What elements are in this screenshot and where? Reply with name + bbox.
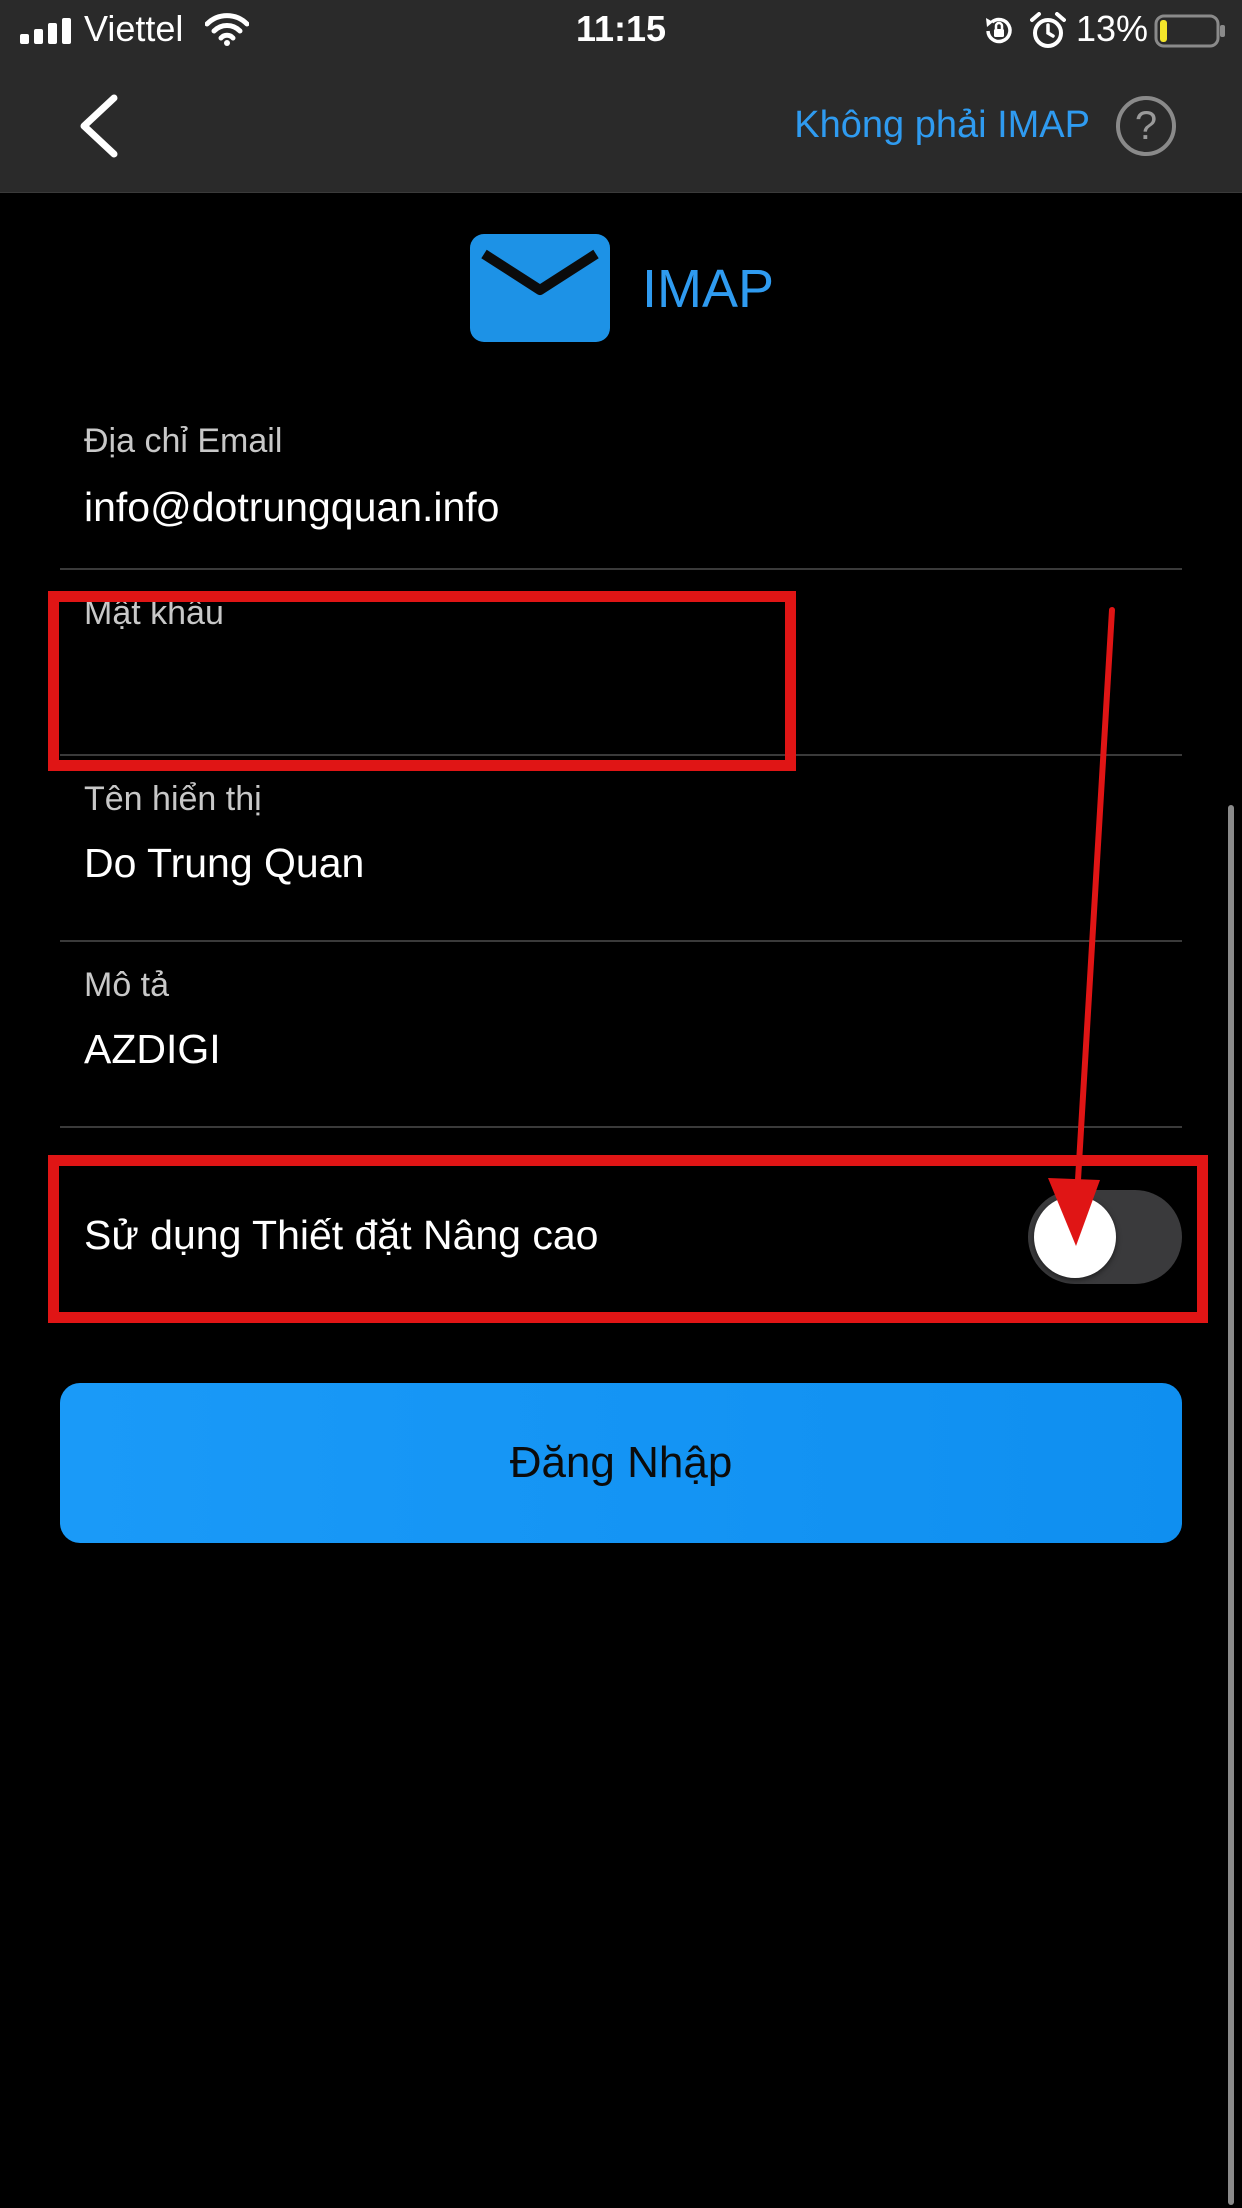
alarm-icon (1030, 12, 1066, 48)
rotation-lock-icon (986, 17, 1012, 44)
not-imap-link[interactable]: Không phải IMAP (794, 104, 1090, 147)
scrollbar[interactable] (1228, 805, 1234, 2205)
annotation-box-password (48, 591, 796, 771)
annotation-box-advanced (48, 1155, 1208, 1323)
page-title: IMAP (642, 259, 775, 319)
battery-icon (1154, 14, 1225, 48)
mail-envelope-icon (470, 234, 610, 342)
description-label: Mô tả (84, 966, 170, 1004)
login-button[interactable]: Đăng Nhập (60, 1383, 1182, 1543)
status-bar: Viettel 11:15 13% (0, 0, 1242, 64)
email-field[interactable]: Địa chỉ Email info@dotrungquan.info (60, 400, 1182, 570)
email-value[interactable]: info@dotrungquan.info (84, 484, 500, 531)
description-field[interactable]: Mô tả AZDIGI (60, 942, 1182, 1128)
top-bar: Viettel 11:15 13% Không phải IMAP ? (0, 0, 1242, 193)
description-value[interactable]: AZDIGI (84, 1026, 221, 1073)
back-chevron-icon[interactable] (74, 92, 124, 160)
battery-percent: 13% (1076, 8, 1149, 49)
display-name-value[interactable]: Do Trung Quan (84, 840, 364, 887)
help-icon[interactable]: ? (1116, 96, 1176, 156)
display-name-label: Tên hiển thị (84, 780, 262, 818)
email-label: Địa chỉ Email (84, 422, 283, 460)
imap-setup-screen: Viettel 11:15 13% Không phải IMAP ? IMAP… (0, 0, 1242, 2208)
display-name-field[interactable]: Tên hiển thị Do Trung Quan (60, 756, 1182, 942)
